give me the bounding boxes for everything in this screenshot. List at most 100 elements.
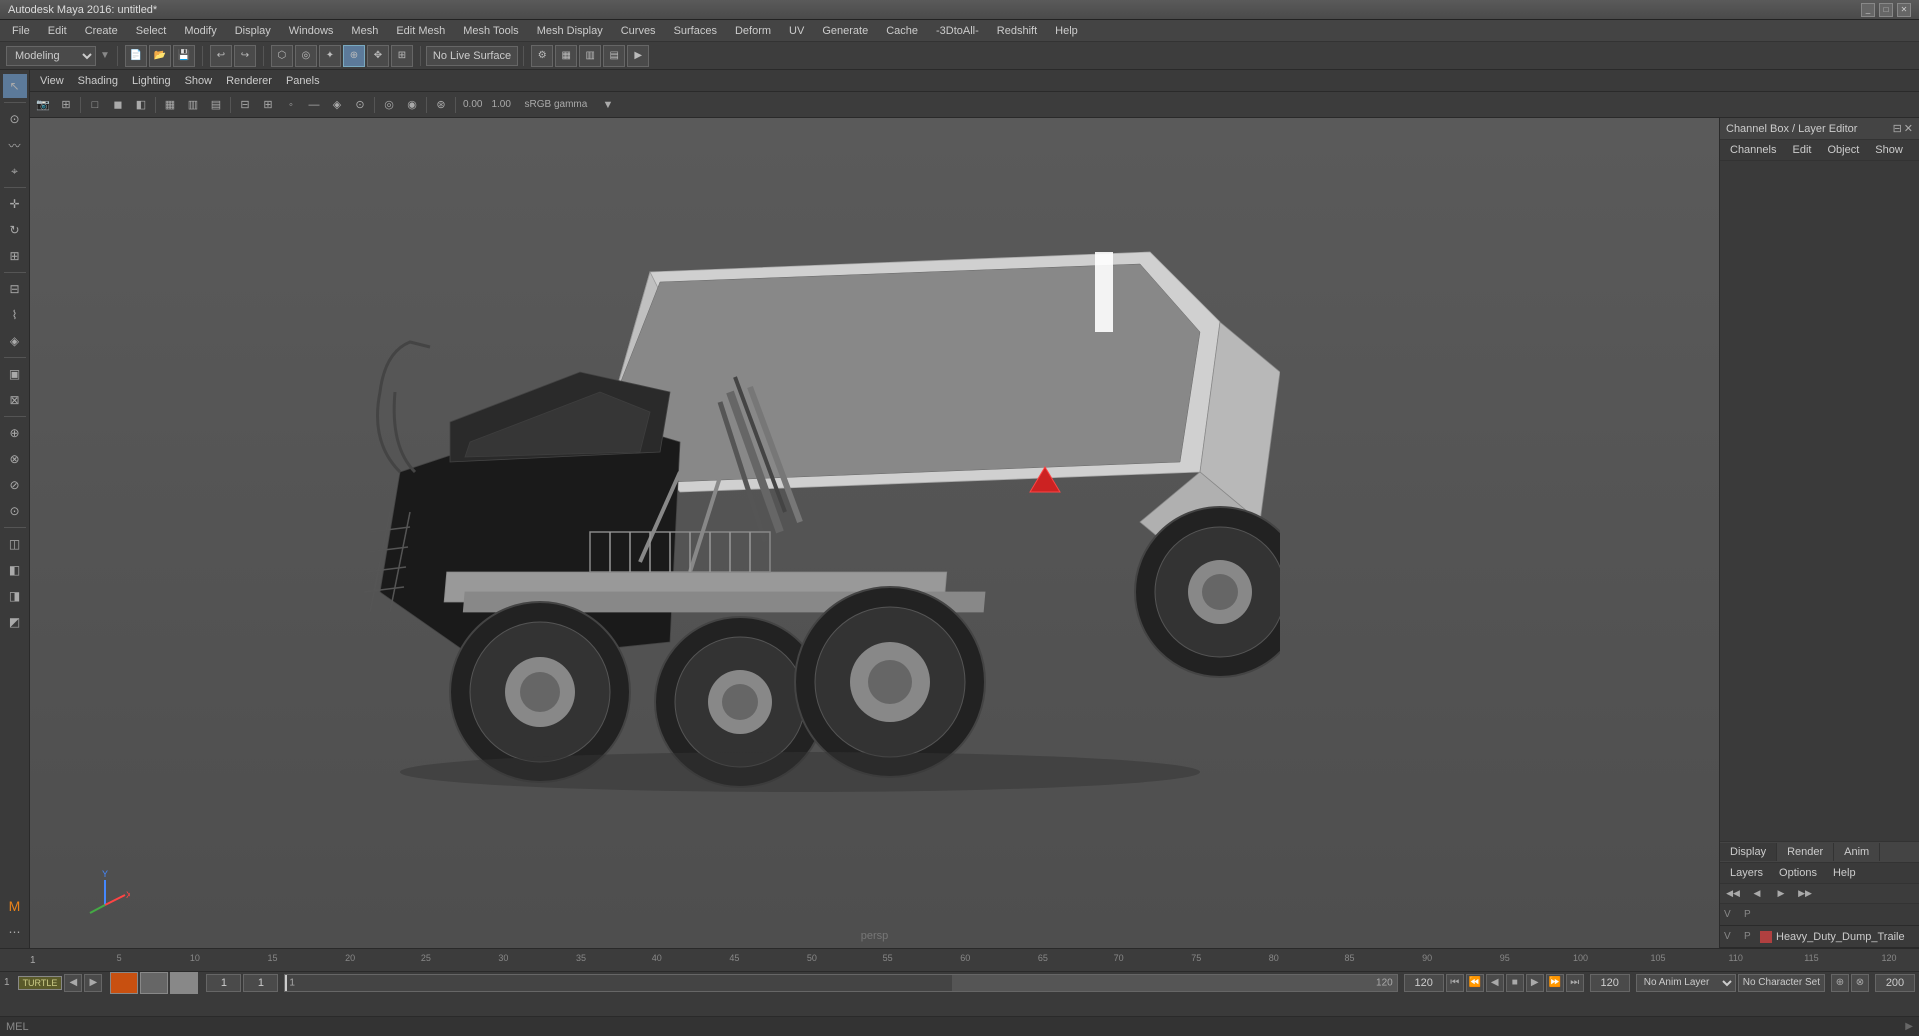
colorspace-btn[interactable]: sRGB gamma [516,94,596,116]
anim-icon-1[interactable]: ⊕ [1831,974,1849,992]
tool-9[interactable]: ⊕ [3,421,27,445]
render-btn-2[interactable]: ▦ [555,45,577,67]
transform-button[interactable]: ⊕ [343,45,365,67]
layer-v-value[interactable]: V [1724,931,1736,942]
scale-tool[interactable]: ⊞ [3,244,27,268]
uvs-btn[interactable]: ⊙ [349,94,371,116]
menu-edit[interactable]: Edit [40,21,75,41]
layers-tab[interactable]: Layers [1724,865,1769,881]
render-btn-3[interactable]: ▥ [579,45,601,67]
tool-12[interactable]: ⊙ [3,499,27,523]
tool-14[interactable]: ◧ [3,558,27,582]
isolate-btn[interactable]: ◎ [378,94,400,116]
show-tab[interactable]: Show [1869,142,1909,158]
lighting-menu[interactable]: Lighting [126,73,177,89]
view-menu[interactable]: View [34,73,70,89]
menu-uv[interactable]: UV [781,21,812,41]
menu-mesh[interactable]: Mesh [343,21,386,41]
display-3-btn[interactable]: ▤ [205,94,227,116]
layer-nav-1[interactable]: ◀◀ [1722,883,1744,905]
undo-button[interactable]: ↩ [210,45,232,67]
panel-close-btn[interactable]: ✕ [1904,122,1913,135]
skip-to-end[interactable]: ⏭ [1566,974,1584,992]
snap-grid-tool[interactable]: ⊟ [3,277,27,301]
help-tab[interactable]: Help [1827,865,1862,881]
vert-btn[interactable]: ◦ [280,94,302,116]
new-file-button[interactable]: 📄 [125,45,147,67]
show-menu[interactable]: Show [179,73,219,89]
close-button[interactable]: ✕ [1897,3,1911,17]
edge-btn[interactable]: — [303,94,325,116]
layer-nav-3[interactable]: ▶ [1770,883,1792,905]
layer-nav-2[interactable]: ◀ [1746,883,1768,905]
tool-11[interactable]: ⊘ [3,473,27,497]
viewport[interactable]: Y X persp [30,118,1719,948]
mode-dropdown[interactable]: Modeling [6,46,96,66]
panels-menu[interactable]: Panels [280,73,326,89]
total-end-input[interactable] [1590,974,1630,992]
rotate-tool[interactable]: ↻ [3,218,27,242]
camera-btn[interactable]: 📷 [32,94,54,116]
current-frame-input[interactable] [243,974,278,992]
menu-redshift[interactable]: Redshift [989,21,1045,41]
turtle-btn[interactable]: TURTLE [18,976,63,990]
timeline-ruler[interactable]: 5 10 15 20 25 30 35 40 45 50 55 60 65 70… [42,949,1889,971]
character-set-display[interactable]: No Character Set [1738,974,1825,992]
no-live-surface[interactable]: No Live Surface [426,46,518,66]
colorspace-arrow[interactable]: ▼ [597,94,619,116]
snap-button[interactable]: ⊞ [391,45,413,67]
turtle-next[interactable]: ▶ [84,974,102,992]
object-tab[interactable]: Object [1821,142,1865,158]
lasso-button[interactable]: ◎ [295,45,317,67]
select-tool[interactable]: ↖ [3,74,27,98]
display-2-btn[interactable]: ▥ [182,94,204,116]
smooth-btn[interactable]: ◼ [107,94,129,116]
component-btn[interactable]: ⊞ [257,94,279,116]
menu-surfaces[interactable]: Surfaces [666,21,725,41]
xray-btn[interactable]: ⊟ [234,94,256,116]
move-tool[interactable]: ✛ [3,192,27,216]
menu-edit-mesh[interactable]: Edit Mesh [388,21,453,41]
display-1-btn[interactable]: ▦ [159,94,181,116]
save-file-button[interactable]: 💾 [173,45,195,67]
shading-menu[interactable]: Shading [72,73,124,89]
face-btn[interactable]: ◈ [326,94,348,116]
menu-mesh-display[interactable]: Mesh Display [529,21,611,41]
menu-select[interactable]: Select [128,21,175,41]
highlight-btn[interactable]: ◉ [401,94,423,116]
paint-select-tool[interactable]: ⊙ [3,107,27,131]
stop-btn[interactable]: ■ [1506,974,1524,992]
menu-mesh-tools[interactable]: Mesh Tools [455,21,526,41]
render-play-button[interactable]: ▶ [627,45,649,67]
menu-display[interactable]: Display [227,21,279,41]
redo-button[interactable]: ↪ [234,45,256,67]
layer-color[interactable] [1760,931,1772,943]
options-tab[interactable]: Options [1773,865,1823,881]
anim-layer-dropdown[interactable]: No Anim Layer [1636,974,1736,992]
open-file-button[interactable]: 📂 [149,45,171,67]
layer-entry[interactable]: V P Heavy_Duty_Dump_Traile [1720,926,1919,948]
display-tab[interactable]: Display [1720,843,1777,861]
menu-create[interactable]: Create [77,21,126,41]
start-frame-input[interactable] [206,974,241,992]
tool-16[interactable]: ◩ [3,610,27,634]
timeline[interactable]: 1 5 10 15 20 25 30 35 40 45 50 55 60 65 … [0,949,1919,971]
display-layers-tool[interactable]: ▣ [3,362,27,386]
renderer-menu[interactable]: Renderer [220,73,278,89]
play-back[interactable]: ◀ [1486,974,1504,992]
edit-tab[interactable]: Edit [1786,142,1817,158]
shaded-btn[interactable]: ◧ [130,94,152,116]
paint-button[interactable]: ✦ [319,45,341,67]
layer-nav-4[interactable]: ▶▶ [1794,883,1816,905]
turtle-prev[interactable]: ◀ [64,974,82,992]
select-tool-button[interactable]: ⬡ [271,45,293,67]
layer-p-value[interactable]: P [1744,931,1756,942]
snap-curve-tool[interactable]: ⌇ [3,303,27,327]
menu-file[interactable]: File [4,21,38,41]
timeline-range-bar[interactable]: 1 120 [284,974,1397,992]
step-back[interactable]: ⏪ [1466,974,1484,992]
play-fwd[interactable]: ▶ [1526,974,1544,992]
total-end-2[interactable] [1875,974,1915,992]
maximize-button[interactable]: □ [1879,3,1893,17]
menu-deform[interactable]: Deform [727,21,779,41]
